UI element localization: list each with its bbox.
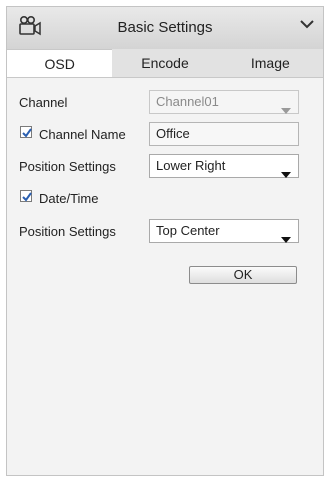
- channel-name-label: Channel Name: [39, 127, 126, 142]
- settings-tabs: OSD Encode Image: [7, 49, 323, 78]
- channel-row: Channel Channel01: [7, 90, 323, 116]
- date-time-checkbox[interactable]: [20, 190, 32, 202]
- date-time-position-row: Position Settings Top Center: [7, 219, 323, 245]
- date-time-label: Date/Time: [39, 191, 99, 206]
- date-time-position-select[interactable]: Top Center: [149, 219, 299, 243]
- panel-header[interactable]: Basic Settings: [7, 7, 323, 50]
- channel-name-position-row: Position Settings Lower Right: [7, 154, 323, 180]
- basic-settings-panel: Basic Settings OSD Encode Image Channel …: [6, 6, 324, 476]
- date-time-row: Date/Time: [7, 186, 323, 212]
- channel-name-position-value: Lower Right: [156, 158, 226, 173]
- tab-osd[interactable]: OSD: [7, 49, 113, 77]
- tab-image[interactable]: Image: [218, 49, 323, 77]
- channel-select-value: Channel01: [156, 94, 219, 109]
- channel-name-input[interactable]: Office: [149, 122, 299, 146]
- channel-name-position-select[interactable]: Lower Right: [149, 154, 299, 178]
- channel-select[interactable]: Channel01: [149, 90, 299, 114]
- channel-name-position-label: Position Settings: [19, 159, 116, 174]
- chevron-down-icon: [281, 99, 291, 114]
- panel-title: Basic Settings: [117, 19, 213, 36]
- chevron-down-icon[interactable]: [299, 17, 315, 31]
- chevron-down-icon: [281, 163, 291, 178]
- date-time-position-value: Top Center: [156, 223, 220, 238]
- channel-name-value: Office: [156, 126, 190, 141]
- date-time-position-label: Position Settings: [19, 224, 116, 239]
- channel-label: Channel: [19, 95, 68, 110]
- tab-encode[interactable]: Encode: [112, 49, 217, 77]
- ok-button[interactable]: OK: [189, 266, 297, 284]
- channel-name-checkbox[interactable]: [20, 126, 32, 138]
- channel-name-row: Channel Name Office: [7, 122, 323, 148]
- chevron-down-icon: [281, 228, 291, 243]
